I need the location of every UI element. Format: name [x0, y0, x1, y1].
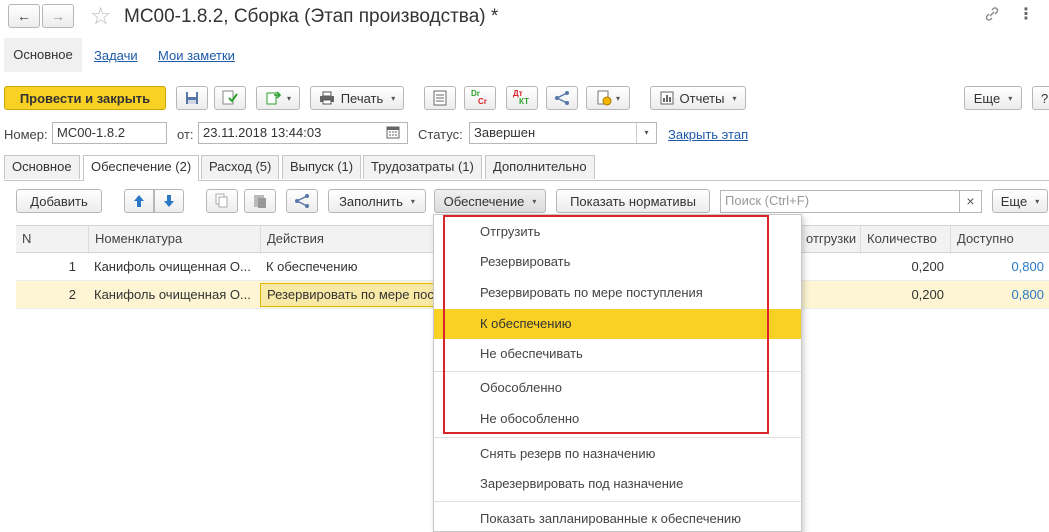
status-label: Статус: [418, 127, 463, 142]
row-available: 0,800 [1011, 287, 1044, 302]
paste-button[interactable] [244, 189, 276, 213]
top-tab-tasks[interactable]: Задачи [94, 48, 138, 63]
back-button[interactable]: ← [8, 4, 40, 28]
structure-button-2[interactable] [286, 189, 318, 213]
add-button[interactable]: Добавить [16, 189, 102, 213]
report-icon [660, 91, 674, 105]
row-number: 2 [68, 287, 76, 302]
reports-button[interactable]: Отчеты ▾ [650, 86, 746, 110]
move-up-button[interactable] [124, 189, 154, 213]
more-button[interactable]: Еще ▾ [964, 86, 1022, 110]
tab-main[interactable]: Основное [4, 155, 80, 179]
grid-more-label: Еще [1000, 193, 1028, 209]
post-document-icon [222, 90, 238, 105]
search-input[interactable]: Поиск (Ctrl+F) [720, 190, 960, 213]
menu-item-reserve-for-purpose[interactable]: Зарезервировать под назначение [434, 469, 801, 499]
number-field[interactable]: МС00-1.8.2 [52, 122, 167, 144]
help-button[interactable]: ? [1032, 86, 1049, 110]
menu-item-release-reserve[interactable]: Снять резерв по назначению [434, 439, 801, 469]
link-icon[interactable] [984, 6, 1000, 22]
printer-icon [319, 91, 334, 105]
arrow-down-icon [164, 195, 174, 207]
dt-kt-button[interactable]: Dr Cr [464, 86, 496, 110]
tab-labor[interactable]: Трудозатраты (1) [363, 155, 482, 179]
date-field[interactable]: 23.11.2018 13:44:03 [198, 122, 408, 144]
provision-label: Обеспечение [443, 193, 525, 209]
row-action-editor[interactable]: Резервировать по мере пос [260, 283, 440, 307]
calendar-icon[interactable] [386, 125, 404, 141]
clear-search-icon[interactable]: × [960, 190, 982, 213]
row-action[interactable]: К обеспечению [260, 253, 440, 281]
row-nomenclature[interactable]: Канифоль очищенная О... [88, 281, 260, 309]
document-clock-icon [597, 90, 612, 106]
reports-label: Отчеты [679, 90, 725, 106]
favorite-star-icon[interactable]: ☆ [90, 2, 112, 31]
more-vertical-icon[interactable]: ⋮ [1018, 4, 1034, 24]
highlight-box [443, 215, 769, 434]
post-and-close-button[interactable]: Провести и закрыть [4, 86, 166, 110]
tab-additional[interactable]: Дополнительно [485, 155, 595, 179]
status-select[interactable]: Завершен [469, 122, 657, 144]
row-nomenclature[interactable]: Канифоль очищенная О... [88, 253, 260, 281]
row-number: 1 [68, 259, 76, 274]
fill-label: Заполнить [339, 193, 403, 209]
accounting-entries-icon: Дт КТ [513, 89, 529, 106]
show-norms-button[interactable]: Показать нормативы [556, 189, 710, 213]
save-button[interactable] [176, 86, 208, 110]
top-tab-main[interactable]: Основное [4, 38, 82, 72]
more-label: Еще [973, 90, 1001, 106]
col-shipment[interactable]: отгрузки [800, 226, 860, 254]
row-available: 0,800 [1011, 259, 1044, 274]
create-based-on-button[interactable]: ▾ [256, 86, 300, 110]
window-title: МС00-1.8.2, Сборка (Этап производства) * [124, 6, 499, 27]
create-based-icon [266, 91, 282, 105]
fill-button[interactable]: Заполнить ▾ [328, 189, 426, 213]
tab-provision[interactable]: Обеспечение (2) [83, 155, 200, 181]
col-n[interactable]: N [16, 226, 82, 254]
related-documents-button[interactable] [546, 86, 578, 110]
number-label: Номер: [4, 127, 48, 142]
copy-button[interactable] [206, 189, 238, 213]
row-quantity[interactable]: 0,200 [860, 281, 950, 309]
top-tab-notes[interactable]: Мои заметки [158, 48, 235, 63]
dt-kt-icon: Dr Cr [471, 89, 487, 106]
close-stage-link[interactable]: Закрыть этап [668, 127, 748, 142]
chevron-down-icon[interactable]: ▾ [636, 123, 656, 143]
col-available[interactable]: Доступно [950, 226, 1049, 254]
date-label: от: [177, 127, 194, 142]
print-label: Печать [340, 90, 384, 106]
share-structure-icon [555, 91, 569, 105]
forward-button[interactable]: → [42, 4, 74, 28]
row-quantity[interactable]: 0,200 [860, 253, 950, 281]
tab-output[interactable]: Выпуск (1) [282, 155, 362, 179]
menu-separator [434, 501, 801, 502]
accounting-entries-button[interactable]: Дт КТ [506, 86, 538, 110]
arrow-up-icon [134, 195, 144, 207]
files-button[interactable]: ▾ [586, 86, 630, 110]
menu-separator [434, 437, 801, 438]
share-structure-icon [295, 194, 309, 208]
floppy-disk-icon [186, 92, 198, 104]
post-button[interactable] [214, 86, 246, 110]
structure-button[interactable] [424, 86, 456, 110]
tab-expense[interactable]: Расход (5) [201, 155, 280, 179]
provision-button[interactable]: Обеспечение ▾ [434, 189, 546, 213]
col-quantity[interactable]: Количество [860, 226, 950, 254]
col-nomenclature[interactable]: Номенклатура [88, 226, 260, 254]
print-button[interactable]: Печать ▾ [310, 86, 404, 110]
paste-icon [254, 195, 266, 208]
list-document-icon [433, 90, 447, 106]
menu-item-show-planned[interactable]: Показать запланированные к обеспечению [434, 504, 801, 532]
move-down-button[interactable] [154, 189, 184, 213]
copy-icon [215, 193, 228, 208]
grid-more-button[interactable]: Еще ▾ [992, 189, 1048, 213]
